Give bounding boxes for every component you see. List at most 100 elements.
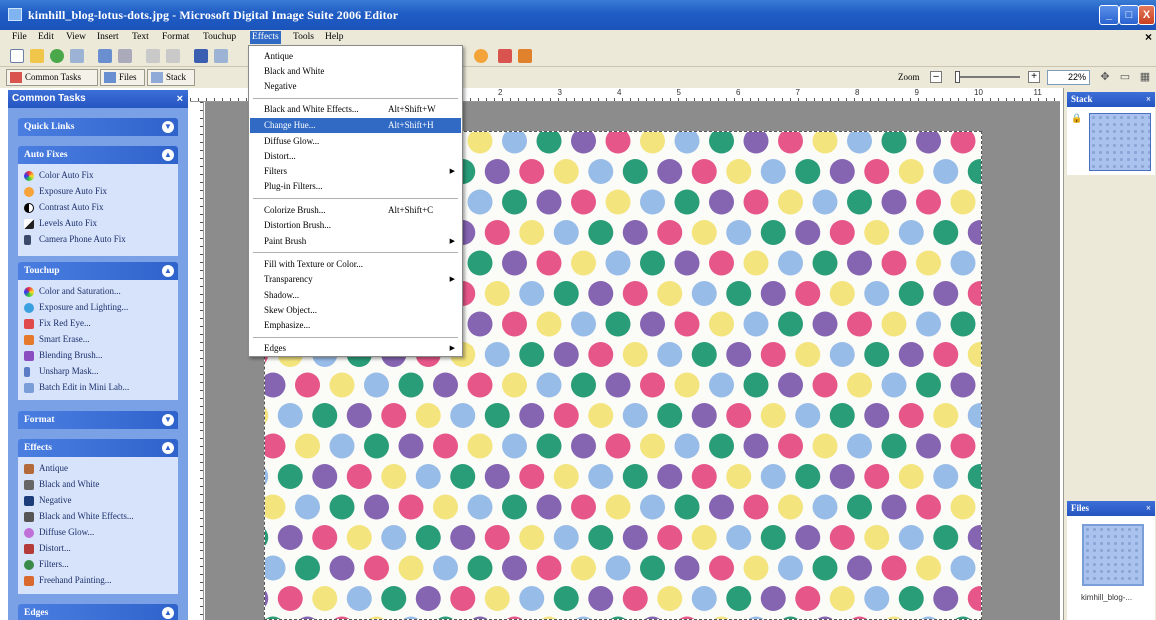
task-distort[interactable]: Distort... <box>24 541 71 556</box>
tab-files[interactable]: Files <box>100 69 145 86</box>
menu-effects[interactable]: Effects <box>250 31 281 44</box>
task-fix-red-eye[interactable]: Fix Red Eye... <box>24 316 91 331</box>
section-effects[interactable]: Effects ▲ <box>18 439 178 457</box>
menu-item-emphasize[interactable]: Emphasize... <box>250 318 461 333</box>
task-freehand-painting[interactable]: Freehand Painting... <box>24 573 112 588</box>
menu-item-colorize-brush[interactable]: Colorize Brush... Alt+Shift+C <box>250 203 461 218</box>
task-contrast-auto-fix[interactable]: Contrast Auto Fix <box>24 200 104 215</box>
menu-item-paint-brush[interactable]: Paint Brush ▶ <box>250 234 461 249</box>
menu-item-filters[interactable]: Filters ▶ <box>250 164 461 179</box>
redo-icon[interactable] <box>166 49 180 63</box>
new-icon[interactable] <box>10 49 24 63</box>
menu-item-shadow[interactable]: Shadow... <box>250 288 461 303</box>
open-icon[interactable] <box>30 49 44 63</box>
polka-dot <box>398 372 424 398</box>
task-exposure-auto-fix[interactable]: Exposure Auto Fix <box>24 184 107 199</box>
menu-item-black-and-white[interactable]: Black and White <box>250 64 461 79</box>
task-label: Freehand Painting... <box>39 575 112 585</box>
menu-item-distortion-brush[interactable]: Distortion Brush... <box>250 218 461 233</box>
task-filters[interactable]: Filters... <box>24 557 69 572</box>
menu-insert[interactable]: Insert <box>95 31 121 44</box>
menu-item-negative[interactable]: Negative <box>250 79 461 94</box>
zoom-slider-track[interactable] <box>958 76 1020 78</box>
menu-file[interactable]: File <box>10 31 29 44</box>
section-edges[interactable]: Edges ▲ <box>18 604 178 620</box>
undo-icon[interactable] <box>146 49 160 63</box>
polka-dot <box>415 403 441 428</box>
menu-item-edges[interactable]: Edges ▶ <box>250 341 461 356</box>
menu-item-plugin-filters[interactable]: Plug-in Filters... <box>250 179 461 194</box>
task-bw-effects[interactable]: Black and White Effects... <box>24 509 134 524</box>
task-color-auto-fix[interactable]: Color Auto Fix <box>24 168 94 183</box>
menu-text[interactable]: Text <box>130 31 151 44</box>
task-antique[interactable]: Antique <box>24 461 68 476</box>
chevron-down-icon[interactable]: ▼ <box>162 121 174 133</box>
crop-icon[interactable] <box>498 49 512 63</box>
close-window-button[interactable]: X <box>1138 5 1155 25</box>
paint-tool-icon[interactable] <box>518 49 532 63</box>
task-batch-edit[interactable]: Batch Edit in Mini Lab... <box>24 380 129 395</box>
cut-icon[interactable] <box>194 49 208 63</box>
section-format[interactable]: Format ▼ <box>18 411 178 429</box>
menu-item-transparency[interactable]: Transparency ▶ <box>250 272 461 287</box>
menu-item-label: Shadow... <box>264 290 300 300</box>
stack-thumbnail[interactable] <box>1089 113 1151 171</box>
zoom-out-button[interactable]: – <box>930 71 942 83</box>
task-blending-brush[interactable]: Blending Brush... <box>24 348 103 363</box>
menu-item-bw-effects[interactable]: Black and White Effects... Alt+Shift+W <box>250 102 461 117</box>
maximize-button[interactable]: □ <box>1119 5 1139 25</box>
close-document-icon[interactable]: × <box>1145 30 1152 44</box>
polka-dot <box>864 586 890 611</box>
zoom-slider-thumb[interactable] <box>955 71 960 83</box>
file-thumbnail[interactable] <box>1082 524 1144 586</box>
task-smart-erase[interactable]: Smart Erase... <box>24 332 89 347</box>
chevron-up-icon[interactable]: ▲ <box>162 442 174 454</box>
task-negative[interactable]: Negative <box>24 493 71 508</box>
tab-stack[interactable]: Stack <box>147 69 195 86</box>
section-touchup[interactable]: Touchup ▲ <box>18 262 178 280</box>
menu-item-fill-texture[interactable]: Fill with Texture or Color... <box>250 257 461 272</box>
task-diffuse-glow[interactable]: Diffuse Glow... <box>24 525 94 540</box>
scan-icon[interactable] <box>50 49 64 63</box>
sun-tool-icon[interactable] <box>474 49 488 63</box>
tab-common-tasks[interactable]: Common Tasks <box>6 69 98 86</box>
actual-size-icon[interactable]: ▦ <box>1138 71 1152 84</box>
files-close-icon[interactable]: × <box>1146 501 1151 516</box>
chevron-up-icon[interactable]: ▲ <box>162 265 174 277</box>
section-quick-links[interactable]: Quick Links ▼ <box>18 118 178 136</box>
task-color-saturation[interactable]: Color and Saturation... <box>24 284 121 299</box>
chevron-down-icon[interactable]: ▼ <box>162 414 174 426</box>
email-icon[interactable] <box>118 49 132 63</box>
menu-format[interactable]: Format <box>160 31 191 44</box>
zoom-value-field[interactable]: 22% <box>1047 70 1090 85</box>
menu-edit[interactable]: Edit <box>36 31 56 44</box>
task-unsharp-mask[interactable]: Unsharp Mask... <box>24 364 99 379</box>
save-icon[interactable] <box>70 49 84 63</box>
pan-icon[interactable]: ✥ <box>1098 71 1112 84</box>
menu-view[interactable]: View <box>64 31 88 44</box>
copy-icon[interactable] <box>214 49 228 63</box>
menu-item-change-hue[interactable]: Change Hue... Alt+Shift+H <box>250 118 461 133</box>
menu-tools[interactable]: Tools <box>291 31 316 44</box>
section-auto-fixes[interactable]: Auto Fixes ▲ <box>18 146 178 164</box>
stack-close-icon[interactable]: × <box>1146 92 1151 107</box>
print-icon[interactable] <box>98 49 112 63</box>
fit-icon[interactable]: ▭ <box>1118 71 1132 84</box>
pane-close-icon[interactable]: × <box>177 90 183 108</box>
task-black-and-white[interactable]: Black and White <box>24 477 99 492</box>
chevron-up-icon[interactable]: ▲ <box>162 607 174 619</box>
menu-touchup[interactable]: Touchup <box>201 31 238 44</box>
minimize-button[interactable]: _ <box>1099 5 1119 25</box>
menu-item-antique[interactable]: Antique <box>250 49 461 64</box>
polka-dot <box>881 250 907 276</box>
task-camera-phone-auto-fix[interactable]: Camera Phone Auto Fix <box>24 232 126 247</box>
task-levels-auto-fix[interactable]: Levels Auto Fix <box>24 216 97 231</box>
zoom-in-button[interactable]: + <box>1028 71 1040 83</box>
menu-help[interactable]: Help <box>323 31 345 44</box>
menu-item-diffuse-glow[interactable]: Diffuse Glow... <box>250 134 461 149</box>
polka-dot <box>484 281 510 306</box>
chevron-up-icon[interactable]: ▲ <box>162 149 174 161</box>
menu-item-skew-object[interactable]: Skew Object... <box>250 303 461 318</box>
menu-item-distort[interactable]: Distort... <box>250 149 461 164</box>
task-exposure-lighting[interactable]: Exposure and Lighting... <box>24 300 128 315</box>
